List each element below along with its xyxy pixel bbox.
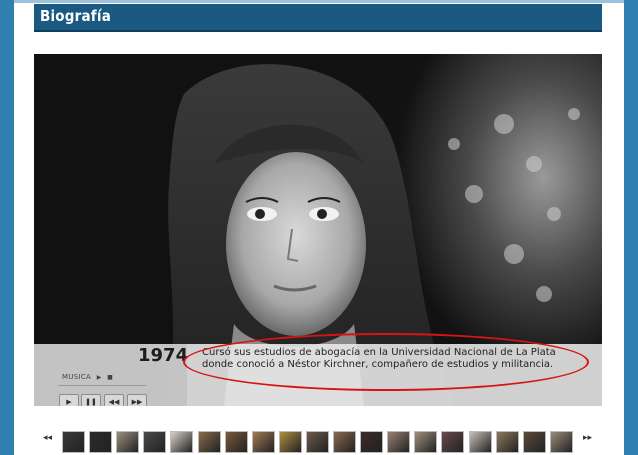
pause-icon: ❚❚ [85, 398, 97, 406]
fast-forward-icon: ▶▶ [131, 398, 143, 406]
play-button[interactable]: ▶ [59, 394, 79, 406]
filmstrip-thumbnail[interactable] [198, 431, 221, 453]
section-title: Biografía [40, 7, 111, 25]
next-button[interactable]: ▶▶ [127, 394, 147, 406]
biography-slide[interactable]: 1974 MUSICA ▶ ■ ▶ ❚❚ ◀◀ ▶▶ Cursó sus est… [34, 54, 602, 406]
filmstrip-thumbnail[interactable] [116, 431, 139, 453]
play-icon: ▶ [66, 398, 72, 406]
filmstrip-thumbnail[interactable] [170, 431, 193, 453]
filmstrip-thumbnail[interactable] [523, 431, 546, 453]
filmstrip-thumbnail[interactable] [441, 431, 464, 453]
filmstrip-thumbnail[interactable] [360, 431, 383, 453]
filmstrip-thumbnail[interactable] [414, 431, 437, 453]
filmstrip-thumbnail[interactable] [469, 431, 492, 453]
music-play-icon[interactable]: ▶ [97, 374, 102, 381]
filmstrip-thumbnail[interactable] [225, 431, 248, 453]
filmstrip-thumbnail[interactable] [62, 431, 85, 453]
pause-button[interactable]: ❚❚ [81, 394, 101, 406]
music-label: MUSICA [62, 373, 92, 381]
filmstrip-thumbnail[interactable] [387, 431, 410, 453]
filmstrip-thumbnail[interactable] [306, 431, 329, 453]
filmstrip-next-arrow[interactable]: ▸▸ [583, 433, 592, 443]
previous-button[interactable]: ◀◀ [104, 394, 124, 406]
filmstrip-thumbnail[interactable] [252, 431, 275, 453]
controls-divider [58, 385, 146, 386]
filmstrip-thumbnail[interactable] [279, 431, 302, 453]
filmstrip-thumbnail[interactable] [550, 431, 573, 453]
section-header: Biografía [34, 4, 602, 32]
filmstrip-thumbnail[interactable] [496, 431, 519, 453]
slide-year: 1974 [138, 345, 189, 366]
music-stop-icon[interactable]: ■ [107, 374, 113, 381]
rewind-icon: ◀◀ [108, 398, 120, 406]
filmstrip-prev-arrow[interactable]: ◂◂ [43, 433, 52, 443]
music-control: MUSICA ▶ ■ [62, 373, 113, 381]
filmstrip-thumbnail[interactable] [333, 431, 356, 453]
filmstrip-thumbnail[interactable] [143, 431, 166, 453]
highlight-ellipse [183, 333, 589, 391]
filmstrip-thumbnail[interactable] [89, 431, 112, 453]
